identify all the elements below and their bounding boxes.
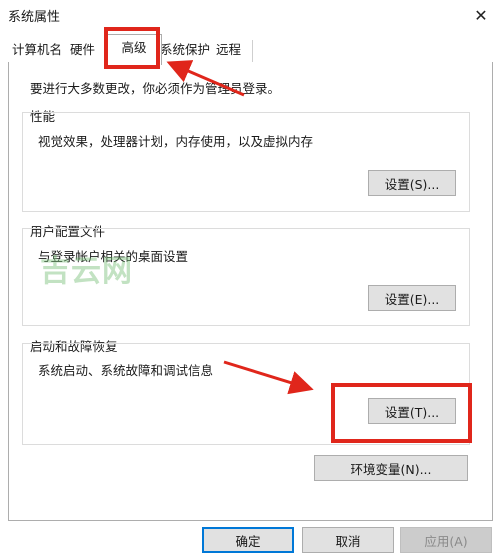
arrow-to-advanced-tab [166, 60, 245, 97]
arrow-to-startup-settings [223, 360, 314, 395]
annotation-arrows [166, 60, 314, 395]
